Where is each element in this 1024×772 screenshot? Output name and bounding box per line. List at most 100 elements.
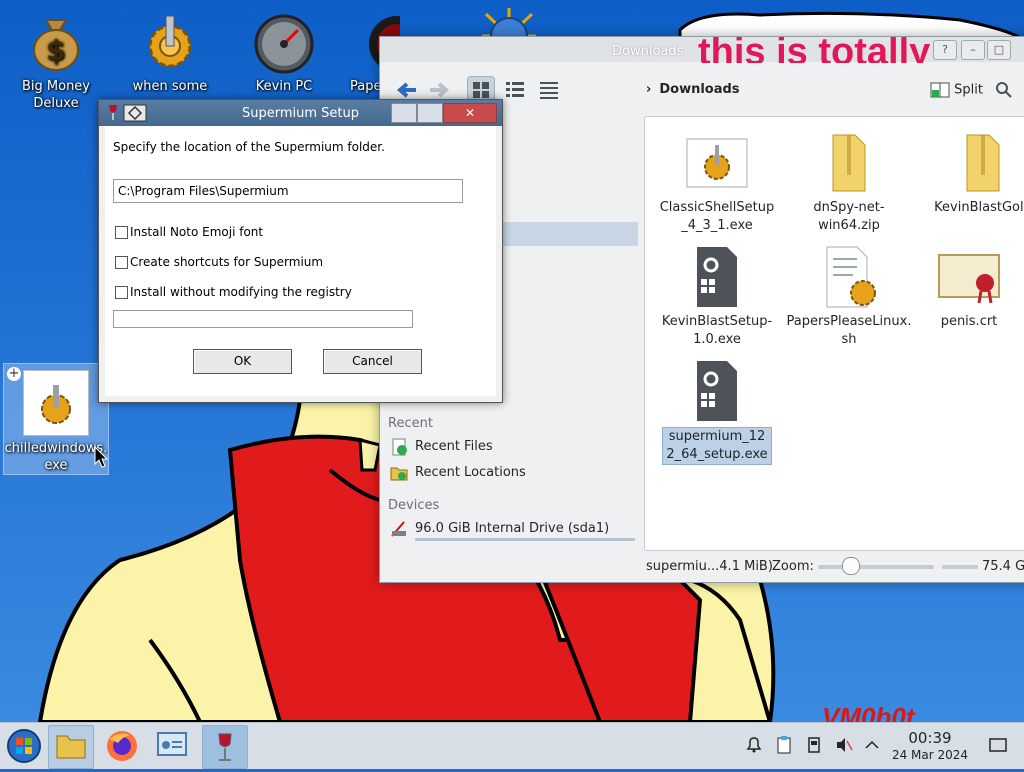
wine-glass-icon — [218, 733, 232, 761]
split-button[interactable]: Split — [930, 81, 983, 99]
sidebar-item-recent-files[interactable]: Recent Files — [388, 436, 638, 460]
svg-text:$: $ — [46, 34, 65, 67]
shortcuts-label[interactable]: Create shortcuts for Supermium — [130, 255, 323, 269]
window-titlebar[interactable]: Downloads this is totally ? – □ — [380, 37, 1024, 73]
money-bag-icon: $ — [33, 19, 79, 71]
volume-muted-icon[interactable] — [834, 735, 854, 755]
cancel-button[interactable]: Cancel — [323, 349, 422, 374]
taskbar-supermium-setup[interactable] — [202, 725, 248, 769]
install-path-input[interactable] — [113, 179, 463, 203]
drive-capacity-bar — [415, 538, 635, 541]
executable-icon — [697, 247, 737, 307]
file-item[interactable]: penis.crt — [911, 237, 1024, 331]
split-label: Split — [954, 82, 983, 98]
breadcrumb-current[interactable]: Downloads — [659, 82, 739, 97]
no-registry-checkbox[interactable] — [115, 286, 128, 299]
emoji-font-checkbox[interactable] — [115, 226, 128, 239]
folder-icon — [56, 735, 86, 759]
close-button[interactable]: ✕ — [443, 103, 497, 123]
help-button[interactable]: ? — [933, 40, 957, 60]
zoom-slider-track[interactable] — [818, 565, 934, 569]
minimize-button[interactable] — [391, 103, 417, 123]
chevron-up-icon[interactable] — [862, 735, 882, 755]
executable-icon — [697, 361, 737, 421]
gear-installer-icon — [23, 370, 89, 436]
file-name: PapersPleaseLinux.sh — [786, 314, 912, 347]
hard-drive-icon — [391, 521, 406, 537]
dialog-titlebar[interactable]: Supermium Setup ✕ — [99, 100, 502, 126]
certificate-icon — [938, 254, 1000, 304]
taskbar: 00:39 24 Mar 2024 — [0, 722, 1024, 769]
desktop-icon-label: chilledwindows.exe — [4, 441, 108, 473]
file-item-selected[interactable]: supermium_122_64_setup.exe — [659, 351, 775, 465]
desktop-icon-label: Kevin PC Optimizer Ho... — [255, 79, 313, 94]
free-space-bar — [942, 565, 978, 569]
compact-view-icon[interactable] — [502, 77, 528, 103]
file-item[interactable]: KevinBlastGold — [921, 123, 1024, 217]
status-bar: supermiu...4.1 MiB) Zoom: 75.4 Gi — [646, 555, 1024, 579]
start-menu-icon[interactable] — [2, 725, 46, 767]
file-name: KevinBlastGold — [934, 200, 1024, 215]
details-view-icon[interactable] — [536, 77, 562, 103]
shortcuts-checkbox[interactable] — [115, 256, 128, 269]
desktop-icon-label: Big Money Deluxe — [21, 79, 90, 111]
ok-button[interactable]: OK — [193, 349, 292, 374]
script-icon — [826, 246, 876, 308]
system-settings-icon[interactable] — [150, 725, 194, 767]
zoom-slider-handle[interactable] — [842, 557, 860, 575]
breadcrumb-separator-icon: › — [646, 82, 652, 97]
zip-folder-icon — [966, 134, 1000, 192]
speedometer-icon — [254, 14, 314, 74]
file-name: supermium_122_64_setup.exe — [662, 427, 772, 465]
clock-time: 00:39 — [908, 729, 952, 747]
sidebar-item-label: 96.0 GiB Internal Drive (sda1) — [415, 521, 610, 536]
gear-icon — [148, 15, 192, 68]
notifications-icon[interactable] — [744, 735, 764, 755]
show-desktop-icon[interactable] — [988, 735, 1008, 755]
desktop-icon-label: when some dan runs a... — [132, 79, 208, 94]
sidebar-heading-devices: Devices — [388, 498, 440, 513]
clock-date: 24 Mar 2024 — [891, 748, 969, 762]
no-registry-label[interactable]: Install without modifying the registry — [130, 285, 352, 299]
gear-installer-icon — [686, 138, 748, 188]
free-space-text: 75.4 Gi — [982, 559, 1024, 574]
maximize-button[interactable]: □ — [987, 40, 1011, 60]
mouse-cursor-icon — [94, 446, 108, 468]
select-plus-icon[interactable]: + — [7, 367, 21, 381]
sidebar-item-drive[interactable]: 96.0 GiB Internal Drive (sda1) — [388, 518, 638, 542]
maximize-button[interactable] — [417, 103, 443, 123]
taskbar-file-manager[interactable] — [48, 725, 94, 769]
clipboard-icon[interactable] — [774, 735, 794, 755]
firefox-icon[interactable] — [100, 725, 144, 767]
desktop-icon-kevin-pc-optimizer[interactable]: Kevin PC Optimizer Ho... — [234, 4, 334, 95]
status-text: supermiu...4.1 MiB) — [646, 559, 773, 574]
sidebar-item-recent-locations[interactable]: Recent Locations — [388, 462, 638, 486]
file-name: dnSpy-net-win64.zip — [813, 200, 885, 233]
desktop-icon-when-some-dan[interactable]: when some dan runs a... — [120, 4, 220, 95]
emoji-font-label[interactable]: Install Noto Emoji font — [130, 225, 263, 239]
file-name: KevinBlastSetup-1.0.exe — [661, 314, 773, 347]
window-title: Downloads — [612, 44, 684, 59]
search-icon[interactable] — [995, 81, 1013, 99]
desktop-icon-chilledwindows[interactable]: + chilledwindows.exe — [3, 363, 109, 475]
file-item[interactable]: PapersPleaseLinux.sh — [785, 237, 913, 349]
location-prompt: Specify the location of the Supermium fo… — [113, 140, 385, 154]
breadcrumb[interactable]: › Downloads — [646, 82, 740, 97]
file-name: penis.crt — [940, 314, 998, 329]
setup-dialog[interactable]: Supermium Setup ✕ Specify the location o… — [98, 99, 503, 403]
file-item[interactable]: ClassicShellSetup_4_3_1.exe — [659, 123, 775, 235]
desktop-icon-big-money[interactable]: $ Big Money Deluxe — [6, 4, 106, 112]
progress-bar — [113, 310, 413, 328]
clock[interactable]: 00:39 24 Mar 2024 — [886, 729, 974, 763]
file-view[interactable]: ClassicShellSetup_4_3_1.exe dnSpy-net-wi… — [644, 116, 1024, 551]
minimize-button[interactable]: – — [961, 40, 985, 60]
file-name: ClassicShellSetup_4_3_1.exe — [659, 200, 775, 233]
recent-files-icon — [392, 438, 407, 456]
back-icon[interactable] — [396, 79, 418, 101]
dialog-body: Specify the location of the Supermium fo… — [105, 126, 496, 396]
file-item[interactable]: dnSpy-net-win64.zip — [791, 123, 907, 235]
file-item[interactable]: KevinBlastSetup-1.0.exe — [659, 237, 775, 349]
zoom-label: Zoom: — [772, 559, 814, 574]
forward-icon[interactable] — [428, 79, 450, 101]
device-icon[interactable] — [804, 735, 824, 755]
